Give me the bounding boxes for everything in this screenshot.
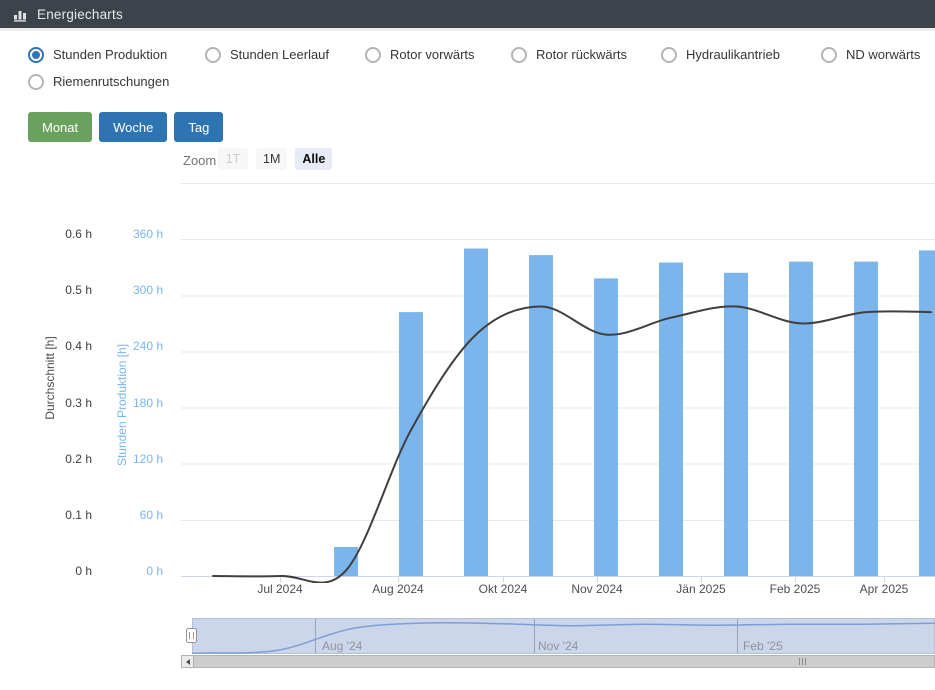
- navigator-label: Aug '24: [322, 639, 362, 653]
- column-feb-2025: [789, 262, 813, 576]
- radio-label: Rotor rückwärts: [536, 47, 627, 62]
- period-button-woche[interactable]: Woche: [99, 112, 167, 142]
- left-triangle-icon: [186, 659, 190, 665]
- radio-label: Riemenrutschungen: [53, 74, 169, 89]
- bar-chart-icon: [13, 7, 28, 22]
- average-line: [213, 306, 931, 582]
- zoom-button-1m[interactable]: 1M: [256, 148, 287, 170]
- radio-circle-icon[interactable]: [661, 47, 677, 63]
- radio-option-hydraulikantrieb[interactable]: Hydraulikantrieb: [661, 46, 780, 63]
- scrollbar-left-arrow[interactable]: [181, 655, 194, 668]
- left-axis-tick-label: 0 h: [30, 564, 92, 578]
- scrollbar-grip[interactable]: [799, 658, 806, 665]
- period-button-row: MonatWocheTag: [28, 112, 223, 142]
- radio-circle-icon[interactable]: [365, 47, 381, 63]
- radio-option-stunden-produktion[interactable]: Stunden Produktion: [28, 46, 167, 63]
- right-axis-tick-label: 240 h: [103, 339, 163, 353]
- radio-label: Stunden Produktion: [53, 47, 167, 62]
- period-button-tag[interactable]: Tag: [174, 112, 223, 142]
- column-jaen-2025: [724, 273, 748, 576]
- app-title: Energiecharts: [37, 7, 123, 22]
- navigator-handle-left[interactable]: [187, 629, 197, 643]
- right-axis-tick-label: 0 h: [103, 564, 163, 578]
- radio-option-nd-worwaerts[interactable]: ND worwärts: [821, 46, 920, 63]
- radio-circle-icon[interactable]: [28, 74, 44, 90]
- navigator-label: Feb '25: [743, 639, 783, 653]
- radio-label: ND worwärts: [846, 47, 920, 62]
- radio-option-stunden-leerlauf[interactable]: Stunden Leerlauf: [205, 46, 329, 63]
- scrollbar-track[interactable]: [181, 655, 935, 668]
- zoom-label: Zoom: [183, 153, 216, 168]
- column-dez-2024: [659, 263, 683, 577]
- left-axis-tick-label: 0.1 h: [30, 508, 92, 522]
- radio-label: Stunden Leerlauf: [230, 47, 329, 62]
- x-axis-label: Jän 2025: [656, 582, 746, 596]
- left-axis-tick-label: 0.4 h: [30, 339, 92, 353]
- x-axis-label: Feb 2025: [750, 582, 840, 596]
- navigator-label: Nov '24: [538, 639, 578, 653]
- header-separator: [0, 28, 935, 31]
- column-okt-2024: [529, 255, 553, 576]
- left-axis-tick-label: 0.3 h: [30, 396, 92, 410]
- period-button-monat[interactable]: Monat: [28, 112, 92, 142]
- x-axis-label: Nov 2024: [552, 582, 642, 596]
- radio-circle-icon[interactable]: [821, 47, 837, 63]
- x-axis-label: Okt 2024: [458, 582, 548, 596]
- right-axis-tick-label: 120 h: [103, 452, 163, 466]
- x-axis-label: Apr 2025: [839, 582, 929, 596]
- column-nov-2024: [594, 278, 618, 576]
- zoom-button-1t[interactable]: 1T: [218, 148, 248, 170]
- left-axis-tick-label: 0.2 h: [30, 452, 92, 466]
- radio-circle-icon[interactable]: [205, 47, 221, 63]
- radio-label: Hydraulikantrieb: [686, 47, 780, 62]
- right-axis-tick-label: 60 h: [103, 508, 163, 522]
- plot-area: [181, 183, 935, 583]
- radio-circle-icon[interactable]: [511, 47, 527, 63]
- radio-option-rotor-rueckwaerts[interactable]: Rotor rückwärts: [511, 46, 627, 63]
- app-header: Energiecharts: [0, 0, 935, 28]
- right-axis-tick-label: 300 h: [103, 283, 163, 297]
- zoom-button-alle[interactable]: Alle: [295, 148, 332, 170]
- right-axis-tick-label: 180 h: [103, 396, 163, 410]
- right-axis-tick-label: 360 h: [103, 227, 163, 241]
- radio-option-rotor-vorwaerts[interactable]: Rotor vorwärts: [365, 46, 475, 63]
- left-axis-tick-label: 0.6 h: [30, 227, 92, 241]
- radio-label: Rotor vorwärts: [390, 47, 475, 62]
- column-apr-2025: [919, 250, 935, 576]
- x-axis-label: Jul 2024: [235, 582, 325, 596]
- range-selector: 1T 1M Alle: [218, 148, 332, 170]
- energiecharts-app: Energiecharts Stunden Produktion Stunden …: [0, 0, 935, 690]
- column-aug-2024: [399, 312, 423, 576]
- x-axis-label: Aug 2024: [353, 582, 443, 596]
- left-axis-tick-label: 0.5 h: [30, 283, 92, 297]
- column-maer-2025: [854, 262, 878, 576]
- radio-option-riemenrutschungen[interactable]: Riemenrutschungen: [28, 73, 169, 90]
- column-sep-2024: [464, 249, 488, 577]
- radio-circle-icon[interactable]: [28, 47, 44, 63]
